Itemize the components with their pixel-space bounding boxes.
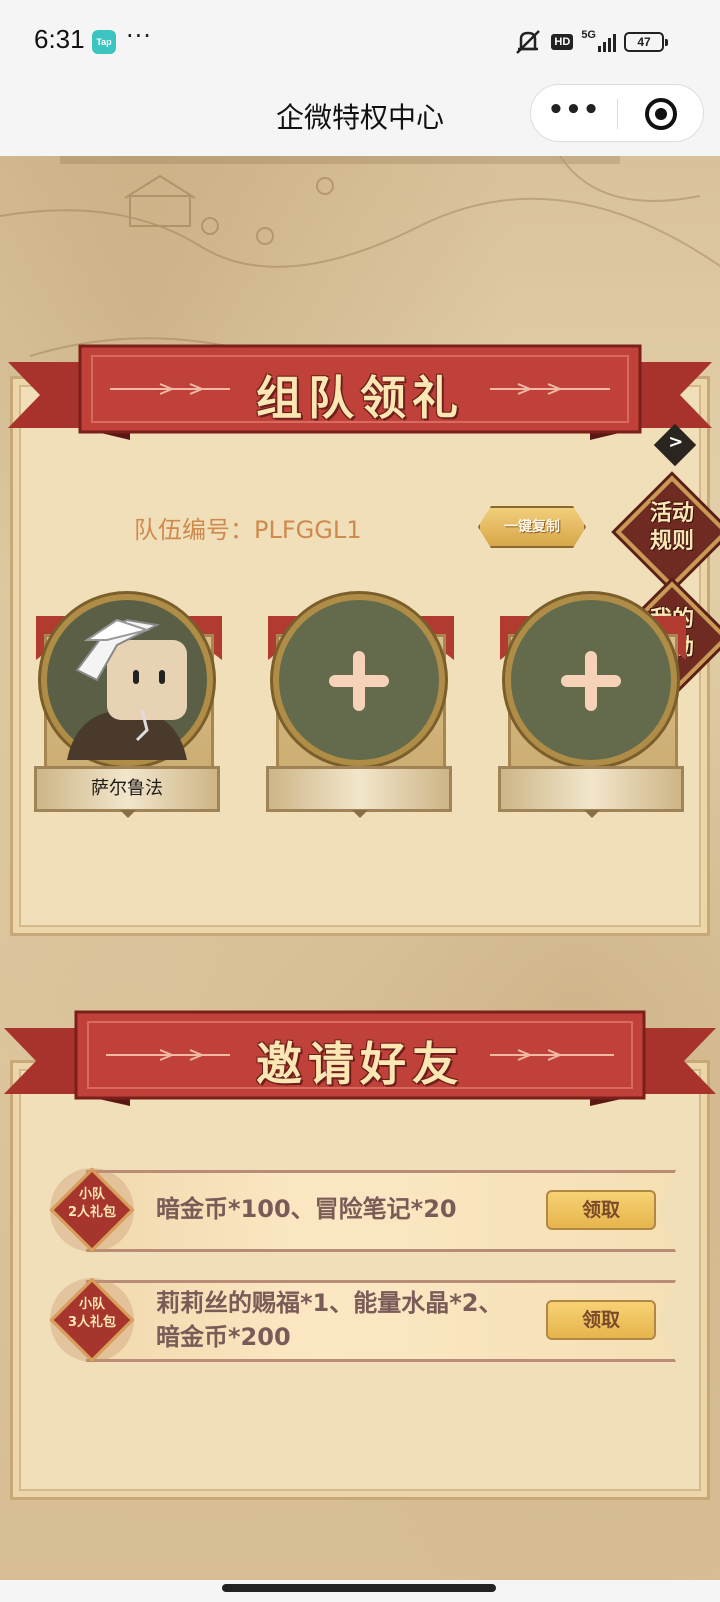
capsule-divider [617, 99, 618, 129]
reward-badge-label: 小队 2人礼包 [67, 1187, 117, 1220]
team-id-label: 队伍编号：PLFGGL1 [134, 516, 362, 544]
member-slot-2[interactable] [266, 594, 456, 824]
invite-member-button[interactable] [273, 594, 445, 766]
claim-button[interactable]: 领取 [546, 1300, 656, 1340]
status-right-icons: HD 5G 47 [513, 28, 668, 56]
reward-row-3-people: 小队 3人礼包 莉莉丝的赐福*1、能量水晶*2、 暗金币*200 领取 [46, 1274, 678, 1366]
notification-more-icon: ··· [126, 22, 152, 50]
reward-description: 莉莉丝的赐福*1、能量水晶*2、 暗金币*200 [156, 1289, 503, 1351]
plus-icon-vertical [585, 651, 597, 711]
member-nameplate [266, 766, 452, 812]
battery-icon: 47 [624, 32, 668, 52]
reward-row-2-people: 小队 2人礼包 暗金币*100、冒险笔记*20 领取 [46, 1164, 678, 1256]
invite-section-title: 邀请好友 [256, 1037, 464, 1091]
rules-button[interactable]: 活动 规则 [627, 500, 717, 556]
avatar-character-icon [67, 618, 187, 760]
member-name: 萨尔鲁法 [91, 778, 163, 799]
team-section-title: 组队领礼 [256, 371, 464, 425]
member-slot-1[interactable]: 萨尔鲁法 [34, 594, 224, 824]
member-nameplate: 萨尔鲁法 [34, 766, 220, 812]
claim-button[interactable]: 领取 [546, 1190, 656, 1230]
copy-team-id-button[interactable]: 一键复制 [478, 506, 586, 548]
avatar [41, 594, 213, 766]
member-slot-3[interactable] [498, 594, 688, 824]
status-bar: 6:31 Tap ··· HD 5G 47 [0, 0, 720, 82]
nameplate-pointer [352, 810, 368, 818]
capsule-menu: ••• [530, 84, 704, 142]
status-time: 6:31 [34, 24, 85, 54]
reward-badge-label: 小队 3人礼包 [67, 1297, 117, 1330]
tap-app-icon: Tap [92, 30, 116, 54]
more-icon[interactable]: ••• [531, 85, 617, 141]
mini-program-header: 企微特权中心 ••• [0, 82, 720, 156]
plus-icon-vertical [353, 651, 365, 711]
network-type: 5G [581, 29, 596, 41]
invite-member-button[interactable] [505, 594, 677, 766]
mute-icon [516, 30, 541, 54]
hd-icon: HD [551, 34, 574, 50]
member-nameplate [498, 766, 684, 812]
home-indicator[interactable] [222, 1584, 496, 1592]
nameplate-pointer [584, 810, 600, 818]
close-miniprogram-icon[interactable] [645, 98, 677, 130]
reward-description: 暗金币*100、冒险笔记*20 [156, 1195, 457, 1223]
signal-icon [598, 32, 616, 52]
nameplate-pointer [120, 810, 136, 818]
